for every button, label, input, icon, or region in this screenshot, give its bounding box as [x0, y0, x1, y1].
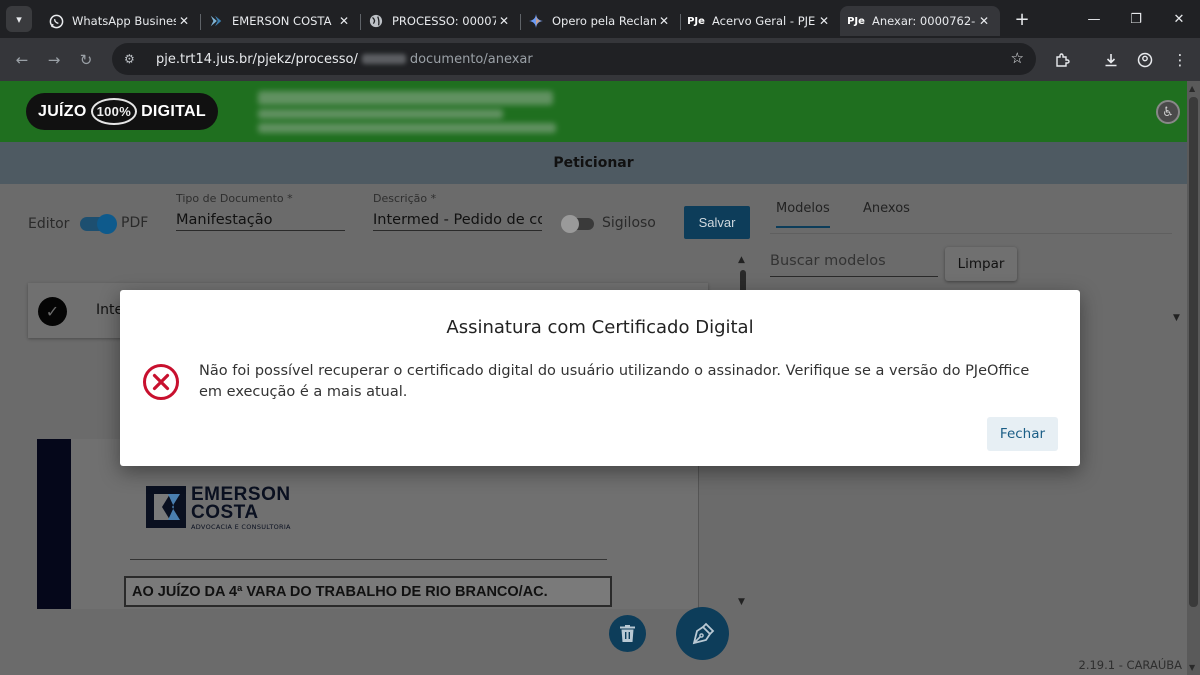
juizo-digital-logo: JUÍZO 100% DIGITAL — [26, 93, 218, 130]
tab-modelos[interactable]: Modelos — [776, 201, 830, 228]
back-arrow-icon[interactable]: ← — [6, 44, 38, 76]
restore-icon[interactable]: ❐ — [1113, 0, 1159, 38]
sigiloso-label: Sigiloso — [602, 215, 656, 231]
document-logo-subtitle: ADVOCACIA E CONSULTORIA — [191, 523, 291, 531]
descricao-caption: Descrição * — [373, 192, 437, 205]
logo-text-pct: 100% — [90, 98, 138, 125]
tab-title: WhatsApp Busines — [72, 14, 176, 28]
error-circle-x-icon — [143, 364, 179, 400]
editor-pdf-toggle[interactable] — [80, 214, 117, 234]
page-scroll-up-icon[interactable]: ▲ — [1189, 84, 1195, 93]
gemini-icon — [528, 13, 544, 29]
tab-close-icon[interactable]: ✕ — [496, 14, 512, 28]
tab-anexos[interactable]: Anexos — [863, 201, 910, 216]
reload-icon[interactable]: ↻ — [70, 44, 102, 76]
tab-title: Opero pela Reclam — [552, 14, 656, 28]
browser-tab-anexar[interactable]: PJe Anexar: 0000762-8 ✕ — [840, 6, 1000, 36]
bookmark-star-icon[interactable]: ☆ — [1011, 49, 1024, 67]
buscar-modelos-input[interactable]: Buscar modelos — [770, 253, 938, 277]
descricao-input[interactable]: Intermed - Pedido de co — [373, 212, 542, 231]
logo-text-left: JUÍZO — [38, 102, 87, 120]
page-scroll-down-icon[interactable]: ▼ — [1189, 663, 1195, 672]
kebab-menu-icon[interactable]: ⋮ — [1166, 46, 1194, 74]
browser-tab-acervo-geral[interactable]: PJe Acervo Geral - PJE ✕ — [680, 6, 840, 36]
check-circle-icon: ✓ — [38, 297, 67, 326]
tab-title: Acervo Geral - PJE — [712, 14, 816, 28]
tab-close-icon[interactable]: ✕ — [976, 14, 992, 28]
browser-tab-emerson-costa[interactable]: EMERSON COSTA ✕ — [200, 6, 360, 36]
site-header: JUÍZO 100% DIGITAL ♿ — [0, 81, 1187, 142]
redacted-process-parties — [258, 109, 503, 119]
accessibility-icon[interactable]: ♿ — [1156, 100, 1180, 124]
certificate-error-dialog: Assinatura com Certificado Digital Não f… — [120, 290, 1080, 466]
page-scrollbar-thumb[interactable] — [1189, 97, 1198, 607]
right-panel-scroll-down-icon[interactable]: ▼ — [1173, 313, 1180, 323]
redacted-process-info — [258, 123, 556, 133]
logo-text-right: DIGITAL — [141, 102, 206, 120]
pdf-label: PDF — [121, 215, 149, 231]
salvar-button[interactable]: Salvar — [684, 206, 750, 239]
right-panel-tabs: Modelos Anexos — [770, 199, 1172, 234]
document-heading: AO JUÍZO DA 4ª VARA DO TRABALHO DE RIO B… — [124, 576, 612, 607]
browser-tab-processo[interactable]: PROCESSO: 000076 ✕ — [360, 6, 520, 36]
browser-tab-gemini[interactable]: Opero pela Reclam ✕ — [520, 6, 680, 36]
tab-close-icon[interactable]: ✕ — [336, 14, 352, 28]
redacted-process-id — [361, 54, 406, 64]
document-logo-text: EMERSON COSTA — [191, 485, 291, 523]
app-version: 2.19.1 - CARAÚBA — [1078, 658, 1183, 672]
document-divider — [130, 559, 607, 560]
tipo-documento-caption: Tipo de Documento * — [176, 192, 293, 205]
browser-tab-whatsapp[interactable]: WhatsApp Busines ✕ — [40, 6, 200, 36]
download-icon[interactable] — [1097, 46, 1125, 74]
pje-favicon: PJe — [847, 15, 865, 27]
tab-close-icon[interactable]: ✕ — [176, 14, 192, 28]
pje-favicon: PJe — [687, 15, 705, 27]
peticionar-title-bar: Peticionar — [0, 142, 1187, 184]
document-logo-line2: COSTA — [191, 502, 259, 523]
tab-search-icon[interactable]: ▾ — [6, 6, 32, 32]
sigiloso-toggle[interactable] — [561, 215, 594, 233]
tab-title: Anexar: 0000762-8 — [872, 14, 976, 28]
page-scrollbar[interactable]: ▲ ▼ — [1187, 81, 1200, 675]
editor-scroll-up-icon[interactable]: ▲ — [738, 255, 745, 265]
new-tab-plus-icon[interactable]: + — [1010, 9, 1034, 30]
tab-close-icon[interactable]: ✕ — [816, 14, 832, 28]
browser-tab-bar: ▾ WhatsApp Busines ✕ EMERSON COSTA ✕ PRO… — [0, 0, 1200, 38]
document-side-bar — [37, 439, 71, 609]
tab-title: EMERSON COSTA — [232, 14, 332, 28]
tipo-documento-select[interactable]: Manifestação — [176, 212, 345, 231]
peticionar-title: Peticionar — [553, 155, 634, 171]
tab-title: PROCESSO: 000076 — [392, 14, 496, 28]
window-close-icon[interactable]: ✕ — [1156, 0, 1200, 38]
globe-icon — [368, 13, 384, 29]
limpar-button[interactable]: Limpar — [945, 247, 1017, 281]
tab-close-icon[interactable]: ✕ — [656, 14, 672, 28]
url-path: documento/anexar — [409, 51, 533, 67]
browser-toolbar: ← → ↻ ⚙ pje.trt14.jus.br/pjekz/processo/… — [0, 38, 1200, 81]
url-host: pje.trt14.jus.br/pjekz/processo/ — [156, 51, 358, 67]
emerson-costa-favicon — [208, 13, 224, 29]
editor-scroll-down-icon[interactable]: ▼ — [738, 597, 745, 607]
url-bar[interactable]: ⚙ pje.trt14.jus.br/pjekz/processo/ docum… — [112, 43, 1036, 75]
dialog-message: Não foi possível recuperar o certificado… — [199, 363, 1030, 400]
sign-document-button[interactable] — [676, 607, 729, 660]
delete-trash-button[interactable] — [609, 615, 646, 652]
redacted-process-header — [258, 91, 553, 105]
minimize-icon[interactable]: — — [1071, 0, 1117, 38]
extensions-puzzle-icon[interactable] — [1048, 46, 1076, 74]
trash-icon — [620, 625, 635, 642]
forward-arrow-icon[interactable]: → — [38, 44, 70, 76]
emerson-costa-logo-icon — [146, 486, 186, 528]
fechar-button[interactable]: Fechar — [987, 417, 1058, 451]
site-info-icon[interactable]: ⚙ — [124, 52, 142, 66]
pen-nib-icon — [692, 622, 714, 644]
profile-icon[interactable] — [1131, 46, 1159, 74]
dialog-title: Assinatura com Certificado Digital — [446, 317, 754, 338]
whatsapp-icon — [48, 13, 64, 29]
editor-label: Editor — [28, 216, 70, 232]
